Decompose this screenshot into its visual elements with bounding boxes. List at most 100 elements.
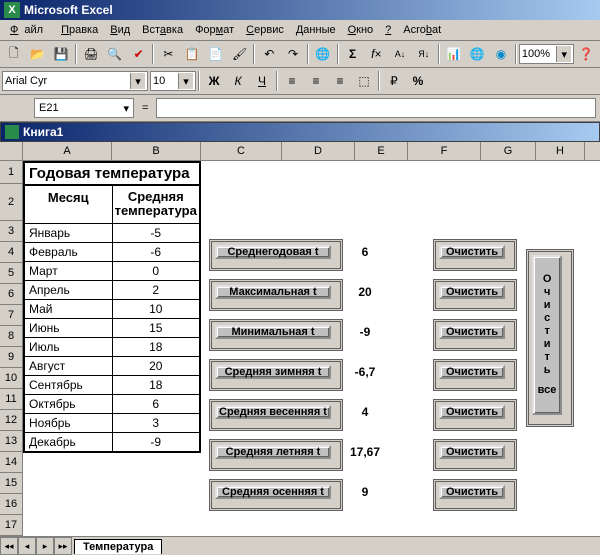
format-painter-icon[interactable]: 🖌 [228, 42, 252, 66]
fontsize-combo[interactable]: 10 ▾ [150, 71, 196, 91]
currency-icon[interactable]: ₽ [382, 69, 406, 93]
menu-window[interactable]: Окно [342, 22, 380, 38]
help-icon[interactable]: ❓ [574, 42, 598, 66]
col-header-D[interactable]: D [282, 142, 355, 160]
save-icon[interactable]: 💾 [50, 42, 74, 66]
underline-icon[interactable]: Ч [250, 69, 274, 93]
menu-file[interactable]: Файл [4, 22, 55, 38]
row-header[interactable]: 2 [0, 184, 22, 221]
clear-button[interactable]: Очистить [439, 285, 505, 299]
calc-button[interactable]: Среднегодовая t [215, 245, 331, 259]
calc-button[interactable]: Средняя зимняя t [215, 365, 331, 379]
preview-icon[interactable]: 🔍 [103, 42, 127, 66]
spell-icon[interactable]: ✔ [127, 42, 151, 66]
row-header[interactable]: 6 [0, 284, 22, 305]
row-header[interactable]: 1 [0, 161, 22, 184]
map-icon[interactable]: 🌐 [465, 42, 489, 66]
menu-edit[interactable]: Правка [55, 22, 104, 38]
clear-button[interactable]: Очистить [439, 325, 505, 339]
cell-temp: 15 [113, 319, 200, 337]
col-header-A[interactable]: A [23, 142, 112, 160]
align-right-icon[interactable]: ≡ [328, 69, 352, 93]
table-row: Январь-5 [25, 224, 199, 243]
row-header[interactable]: 14 [0, 452, 22, 473]
row-header[interactable]: 15 [0, 473, 22, 494]
calc-frame: Среднегодовая t [209, 239, 343, 271]
table-row: Декабрь-9 [25, 433, 199, 451]
zoom-combo[interactable]: 100% ▾ [519, 44, 574, 64]
menu-insert[interactable]: Вставка [136, 22, 189, 38]
tab-nav-last[interactable]: ▸▸ [54, 537, 72, 555]
col-header-E[interactable]: E [355, 142, 408, 160]
calc-value: 4 [345, 405, 385, 419]
row-header[interactable]: 12 [0, 410, 22, 431]
row-header[interactable]: 3 [0, 221, 22, 242]
merge-icon[interactable]: ⬚ [352, 69, 376, 93]
align-center-icon[interactable]: ≡ [304, 69, 328, 93]
row-header[interactable]: 11 [0, 389, 22, 410]
calc-button[interactable]: Средняя летняя t [215, 445, 331, 459]
print-icon[interactable]: 🖨 [79, 42, 103, 66]
col-header-H[interactable]: H [536, 142, 585, 160]
name-box[interactable]: E21 ▾ [34, 98, 134, 118]
clear-button[interactable]: Очистить [439, 445, 505, 459]
row-header[interactable]: 9 [0, 347, 22, 368]
undo-icon[interactable]: ↶ [257, 42, 281, 66]
menu-tools[interactable]: Сервис [240, 22, 290, 38]
chart-icon[interactable]: 📊 [442, 42, 466, 66]
link-icon[interactable]: 🌐 [311, 42, 335, 66]
calc-button[interactable]: Максимальная t [215, 285, 331, 299]
calc-button[interactable]: Минимальная t [215, 325, 331, 339]
function-icon[interactable]: f× [364, 42, 388, 66]
formula-input[interactable] [156, 98, 596, 118]
calc-button[interactable]: Средняя осенняя t [215, 485, 331, 499]
sort-asc-icon[interactable]: A↓ [388, 42, 412, 66]
paste-icon[interactable]: 📄 [204, 42, 228, 66]
clear-button[interactable]: Очистить [439, 485, 505, 499]
clear-button[interactable]: Очистить [439, 245, 505, 259]
sort-desc-icon[interactable]: Я↓ [412, 42, 436, 66]
menu-view[interactable]: Вид [104, 22, 136, 38]
menu-format[interactable]: Формат [189, 22, 240, 38]
row-header[interactable]: 4 [0, 242, 22, 263]
open-icon[interactable]: 📂 [26, 42, 50, 66]
col-header-C[interactable]: C [201, 142, 282, 160]
sheet-tab-active[interactable]: Температура [74, 539, 162, 554]
autosum-icon[interactable]: Σ [341, 42, 365, 66]
clear-all-button[interactable]: Очистить все [532, 255, 562, 415]
col-header-F[interactable]: F [408, 142, 481, 160]
row-header[interactable]: 8 [0, 326, 22, 347]
row-header[interactable]: 5 [0, 263, 22, 284]
cut-icon[interactable]: ✂ [156, 42, 180, 66]
tab-nav-prev[interactable]: ◂ [18, 537, 36, 555]
percent-icon[interactable]: % [406, 69, 430, 93]
column-headers: ABCDEFGH [0, 142, 600, 161]
clear-button[interactable]: Очистить [439, 365, 505, 379]
menu-data[interactable]: Данные [290, 22, 342, 38]
tab-nav-next[interactable]: ▸ [36, 537, 54, 555]
row-header[interactable]: 13 [0, 431, 22, 452]
new-icon[interactable]: 🗋 [2, 42, 26, 66]
cell-temp: 18 [113, 376, 200, 394]
calc-button[interactable]: Средняя весенняя t [215, 405, 331, 419]
bold-icon[interactable]: Ж [202, 69, 226, 93]
row-header[interactable]: 17 [0, 515, 22, 536]
clear-button[interactable]: Очистить [439, 405, 505, 419]
cell-temp: 0 [113, 262, 200, 280]
menu-acrobat[interactable]: Acrobat [397, 22, 447, 38]
font-combo[interactable]: Arial Cyr ▾ [2, 71, 148, 91]
row-header[interactable]: 7 [0, 305, 22, 326]
redo-icon[interactable]: ↷ [281, 42, 305, 66]
menu-help[interactable]: ? [379, 22, 397, 38]
row-header[interactable]: 16 [0, 494, 22, 515]
cells-area[interactable]: Годовая температура Месяц Средняя темпер… [23, 161, 583, 521]
row-header[interactable]: 10 [0, 368, 22, 389]
tab-nav-first[interactable]: ◂◂ [0, 537, 18, 555]
align-left-icon[interactable]: ≡ [280, 69, 304, 93]
italic-icon[interactable]: К [226, 69, 250, 93]
col-header-G[interactable]: G [481, 142, 536, 160]
drawing-icon[interactable]: ◉ [489, 42, 513, 66]
copy-icon[interactable]: 📋 [180, 42, 204, 66]
select-all-corner[interactable] [0, 142, 23, 160]
col-header-B[interactable]: B [112, 142, 201, 160]
